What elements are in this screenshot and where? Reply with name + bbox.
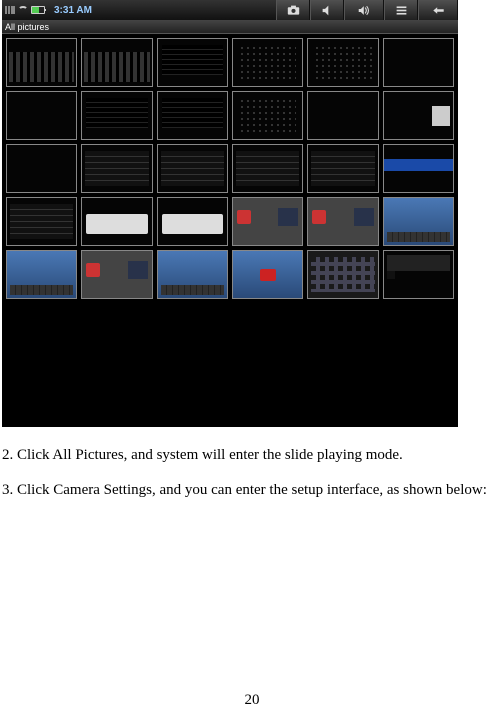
thumbnail[interactable] [157, 250, 228, 299]
thumbnail[interactable] [81, 250, 152, 299]
page-number: 20 [0, 692, 504, 709]
status-indicators: 3:31 AM [2, 5, 92, 16]
thumbnail[interactable] [6, 91, 77, 140]
thumbnail[interactable] [6, 197, 77, 246]
thumbnail[interactable] [6, 250, 77, 299]
thumbnail[interactable] [232, 197, 303, 246]
gallery-title: All pictures [5, 22, 49, 32]
thumbnail[interactable] [383, 91, 454, 140]
thumbnail[interactable] [81, 144, 152, 193]
menu-icon [395, 4, 408, 17]
battery-icon [31, 6, 45, 14]
thumbnail[interactable] [157, 144, 228, 193]
thumbnail[interactable] [307, 197, 378, 246]
clock: 3:31 AM [54, 5, 92, 16]
thumbnail[interactable] [6, 38, 77, 87]
thumbnail[interactable] [307, 91, 378, 140]
thumbnail[interactable] [307, 144, 378, 193]
thumbnail[interactable] [157, 197, 228, 246]
gallery-title-bar: All pictures [2, 20, 458, 34]
camera-button[interactable] [276, 0, 310, 20]
volume-down-button[interactable] [310, 0, 344, 20]
volume-up-button[interactable] [344, 0, 384, 20]
thumbnail[interactable] [383, 38, 454, 87]
system-toolbar [276, 0, 458, 20]
back-button[interactable] [418, 0, 458, 20]
camera-icon [287, 4, 300, 17]
instruction-step-2: 2. Click All Pictures, and system will e… [2, 445, 504, 466]
thumbnail[interactable] [157, 91, 228, 140]
thumbnail[interactable] [6, 144, 77, 193]
menu-button[interactable] [384, 0, 418, 20]
thumbnail[interactable] [383, 144, 454, 193]
thumbnail[interactable] [383, 197, 454, 246]
thumbnail[interactable] [307, 38, 378, 87]
thumbnail[interactable] [81, 38, 152, 87]
volume-down-icon [321, 4, 334, 17]
back-icon [432, 4, 445, 17]
thumbnail[interactable] [232, 144, 303, 193]
thumbnail[interactable] [232, 91, 303, 140]
thumbnail[interactable] [81, 197, 152, 246]
instruction-step-3: 3. Click Camera Settings, and you can en… [2, 480, 504, 501]
status-bar: 3:31 AM [2, 0, 458, 20]
thumbnail-grid [2, 34, 458, 303]
device-screenshot: 3:31 AM All pictures [2, 0, 458, 427]
thumbnail[interactable] [81, 91, 152, 140]
thumbnail[interactable] [232, 38, 303, 87]
signal-icon [5, 6, 15, 14]
thumbnail[interactable] [157, 38, 228, 87]
wifi-icon [18, 6, 28, 14]
thumbnail[interactable] [383, 250, 454, 299]
thumbnail[interactable] [232, 250, 303, 299]
instruction-text: 2. Click All Pictures, and system will e… [2, 445, 504, 501]
thumbnail[interactable] [307, 250, 378, 299]
volume-up-icon [358, 4, 371, 17]
